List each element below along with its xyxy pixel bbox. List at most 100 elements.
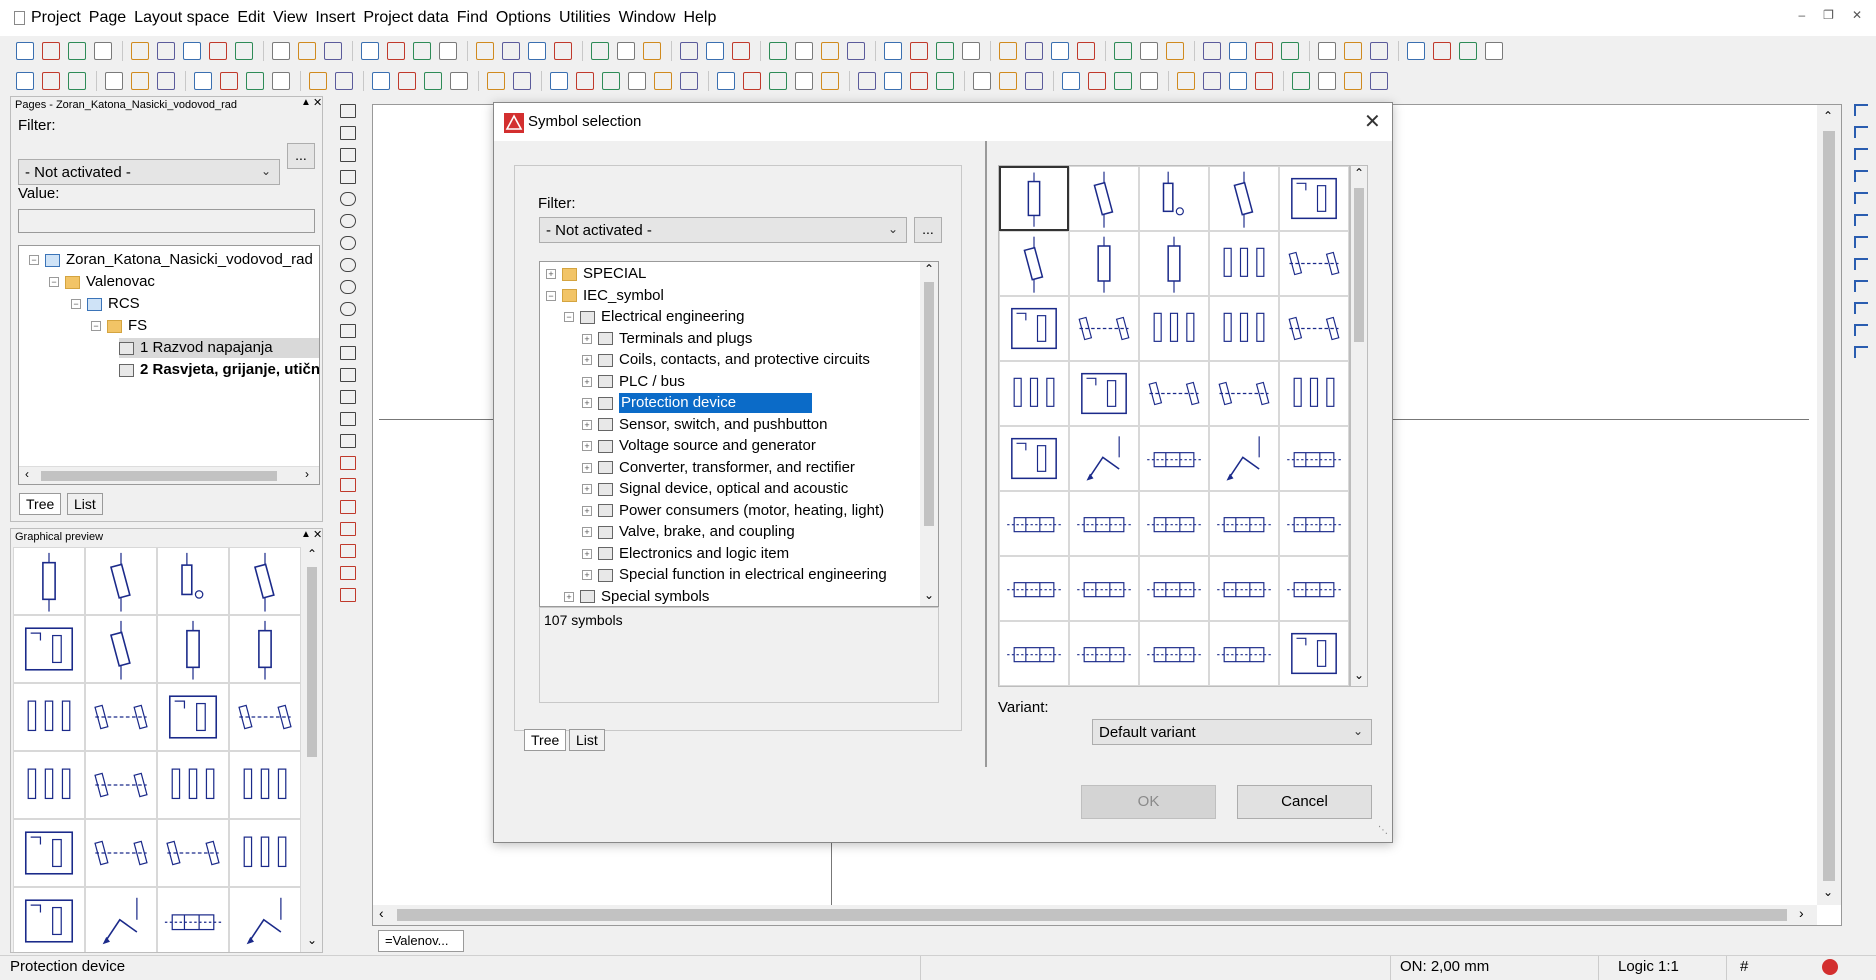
toolbar-tool-icon[interactable] <box>847 42 865 60</box>
canvas-vertical-scrollbar[interactable]: ⌃ ⌄ <box>1817 105 1841 905</box>
toolbar-tool-icon[interactable] <box>16 42 34 60</box>
collapse-icon[interactable]: − <box>564 312 574 322</box>
toolbar-tool-icon[interactable] <box>513 72 531 90</box>
toolbar-tool-icon[interactable] <box>194 72 212 90</box>
toolbar-tool-icon[interactable] <box>94 42 112 60</box>
symbol-thumbnail[interactable] <box>1069 296 1139 361</box>
symbol-thumbnail[interactable] <box>13 819 85 887</box>
toolbar-tool-icon[interactable] <box>1051 42 1069 60</box>
drawing-tool-icon[interactable] <box>340 170 356 184</box>
menu-insert[interactable]: Insert <box>315 9 363 27</box>
symbol-thumbnail[interactable] <box>999 621 1069 686</box>
symbol-thumbnail[interactable] <box>1209 556 1279 621</box>
drawing-tool-icon[interactable] <box>340 522 356 536</box>
toolbar-tool-icon[interactable] <box>821 72 839 90</box>
error-indicator-icon[interactable] <box>1822 959 1838 975</box>
toolbar-tool-icon[interactable] <box>1485 42 1503 60</box>
expand-icon[interactable]: + <box>582 333 592 344</box>
connection-tool-icon[interactable] <box>1854 324 1868 336</box>
toolbar-tool-icon[interactable] <box>502 42 520 60</box>
tree-vertical-scrollbar[interactable]: ⌃ ⌄ <box>920 262 938 606</box>
toolbar-tool-icon[interactable] <box>706 42 724 60</box>
tree-node-electrical-engineering[interactable]: − Electrical engineering <box>564 307 744 327</box>
expand-icon[interactable]: + <box>546 269 556 279</box>
panel-close-icon[interactable]: ✕ <box>313 528 322 541</box>
symbol-thumbnail[interactable] <box>1139 296 1209 361</box>
scroll-thumb[interactable] <box>924 282 934 526</box>
scroll-down-icon[interactable]: ⌄ <box>924 588 934 602</box>
pin-icon[interactable]: ▲ <box>301 529 311 540</box>
drawing-tool-icon[interactable] <box>340 324 356 338</box>
symbol-thumbnail[interactable] <box>85 615 157 683</box>
toolbar-tool-icon[interactable] <box>680 72 698 90</box>
connection-tool-icon[interactable] <box>1854 302 1868 314</box>
toolbar-tool-icon[interactable] <box>1292 72 1310 90</box>
toolbar-tool-icon[interactable] <box>424 72 442 90</box>
drawing-tool-icon[interactable] <box>340 500 356 514</box>
tree-node-rcs[interactable]: − RCS <box>71 294 140 314</box>
symbol-thumbnail[interactable] <box>999 231 1069 296</box>
toolbar-tool-icon[interactable] <box>910 72 928 90</box>
symbol-thumbnail[interactable] <box>1069 491 1139 556</box>
tree-node-project[interactable]: − Zoran_Katona_Nasicki_vodovod_rad <box>29 250 313 270</box>
tree-node-valve-brake-and-coupling[interactable]: + Valve, brake, and coupling <box>582 522 795 542</box>
pages-tab-tree[interactable]: Tree <box>19 493 62 515</box>
toolbar-tool-icon[interactable] <box>1177 72 1195 90</box>
symbol-thumbnail[interactable] <box>1069 556 1139 621</box>
toolbar-tool-icon[interactable] <box>617 42 635 60</box>
tree-node-voltage-source-and-generator[interactable]: + Voltage source and generator <box>582 436 816 456</box>
symbol-thumbnail[interactable] <box>1139 556 1209 621</box>
symbol-thumbnail[interactable] <box>85 819 157 887</box>
toolbar-tool-icon[interactable] <box>1459 42 1477 60</box>
scroll-right-icon[interactable]: › <box>1799 905 1804 921</box>
drawing-tool-icon[interactable] <box>340 588 356 602</box>
toolbar-tool-icon[interactable] <box>717 72 735 90</box>
scroll-up-icon[interactable]: ⌃ <box>924 262 934 276</box>
symbol-thumbnail[interactable] <box>999 426 1069 491</box>
preview-vertical-scrollbar[interactable]: ⌃ ⌄ <box>303 547 321 951</box>
toolbar-tool-icon[interactable] <box>1114 42 1132 60</box>
scroll-left-icon[interactable]: ‹ <box>379 905 384 921</box>
drawing-tool-icon[interactable] <box>340 566 356 580</box>
toolbar-tool-icon[interactable] <box>387 42 405 60</box>
toolbar-tool-icon[interactable] <box>1370 42 1388 60</box>
tree-node-coils-contacts-and-protective-circuits[interactable]: + Coils, contacts, and protective circuit… <box>582 350 870 370</box>
drawing-tool-icon[interactable] <box>340 258 356 272</box>
toolbar-tool-icon[interactable] <box>1370 72 1388 90</box>
dialog-filter-more-button[interactable]: ... <box>914 217 942 243</box>
restore-icon[interactable]: ❐ <box>1823 8 1834 22</box>
drawing-tool-icon[interactable] <box>340 456 356 470</box>
symbol-thumbnail[interactable] <box>999 491 1069 556</box>
expand-icon[interactable]: + <box>582 462 592 473</box>
toolbar-tool-icon[interactable] <box>743 72 761 90</box>
toolbar-tool-icon[interactable] <box>1166 42 1184 60</box>
toolbar-tool-icon[interactable] <box>16 72 34 90</box>
toolbar-tool-icon[interactable] <box>209 42 227 60</box>
toolbar-tool-icon[interactable] <box>68 42 86 60</box>
toolbar-tool-icon[interactable] <box>680 42 698 60</box>
menu-page[interactable]: Page <box>89 9 134 27</box>
tree-node-electronics-and-logic-item[interactable]: + Electronics and logic item <box>582 544 789 564</box>
tree-node-location[interactable]: − Valenovac <box>49 272 155 292</box>
toolbar-tool-icon[interactable] <box>324 42 342 60</box>
toolbar-tool-icon[interactable] <box>769 42 787 60</box>
connection-tool-icon[interactable] <box>1854 192 1868 204</box>
toolbar-tool-icon[interactable] <box>973 72 991 90</box>
scroll-down-icon[interactable]: ⌄ <box>1354 668 1364 682</box>
symbol-thumbnail[interactable] <box>999 296 1069 361</box>
symbol-thumbnail[interactable] <box>85 547 157 615</box>
toolbar-tool-icon[interactable] <box>884 72 902 90</box>
symbol-grid-scrollbar[interactable]: ⌃ ⌄ <box>1350 165 1368 687</box>
collapse-icon[interactable]: − <box>29 255 39 265</box>
toolbar-tool-icon[interactable] <box>528 42 546 60</box>
toolbar-tool-icon[interactable] <box>576 72 594 90</box>
toolbar-tool-icon[interactable] <box>999 42 1017 60</box>
symbol-thumbnail[interactable] <box>999 166 1069 231</box>
toolbar-tool-icon[interactable] <box>439 42 457 60</box>
symbol-thumbnail[interactable] <box>157 819 229 887</box>
toolbar-tool-icon[interactable] <box>450 72 468 90</box>
toolbar-tool-icon[interactable] <box>1255 72 1273 90</box>
connection-tool-icon[interactable] <box>1854 170 1868 182</box>
toolbar-tool-icon[interactable] <box>1062 72 1080 90</box>
symbol-thumbnail[interactable] <box>1069 231 1139 296</box>
